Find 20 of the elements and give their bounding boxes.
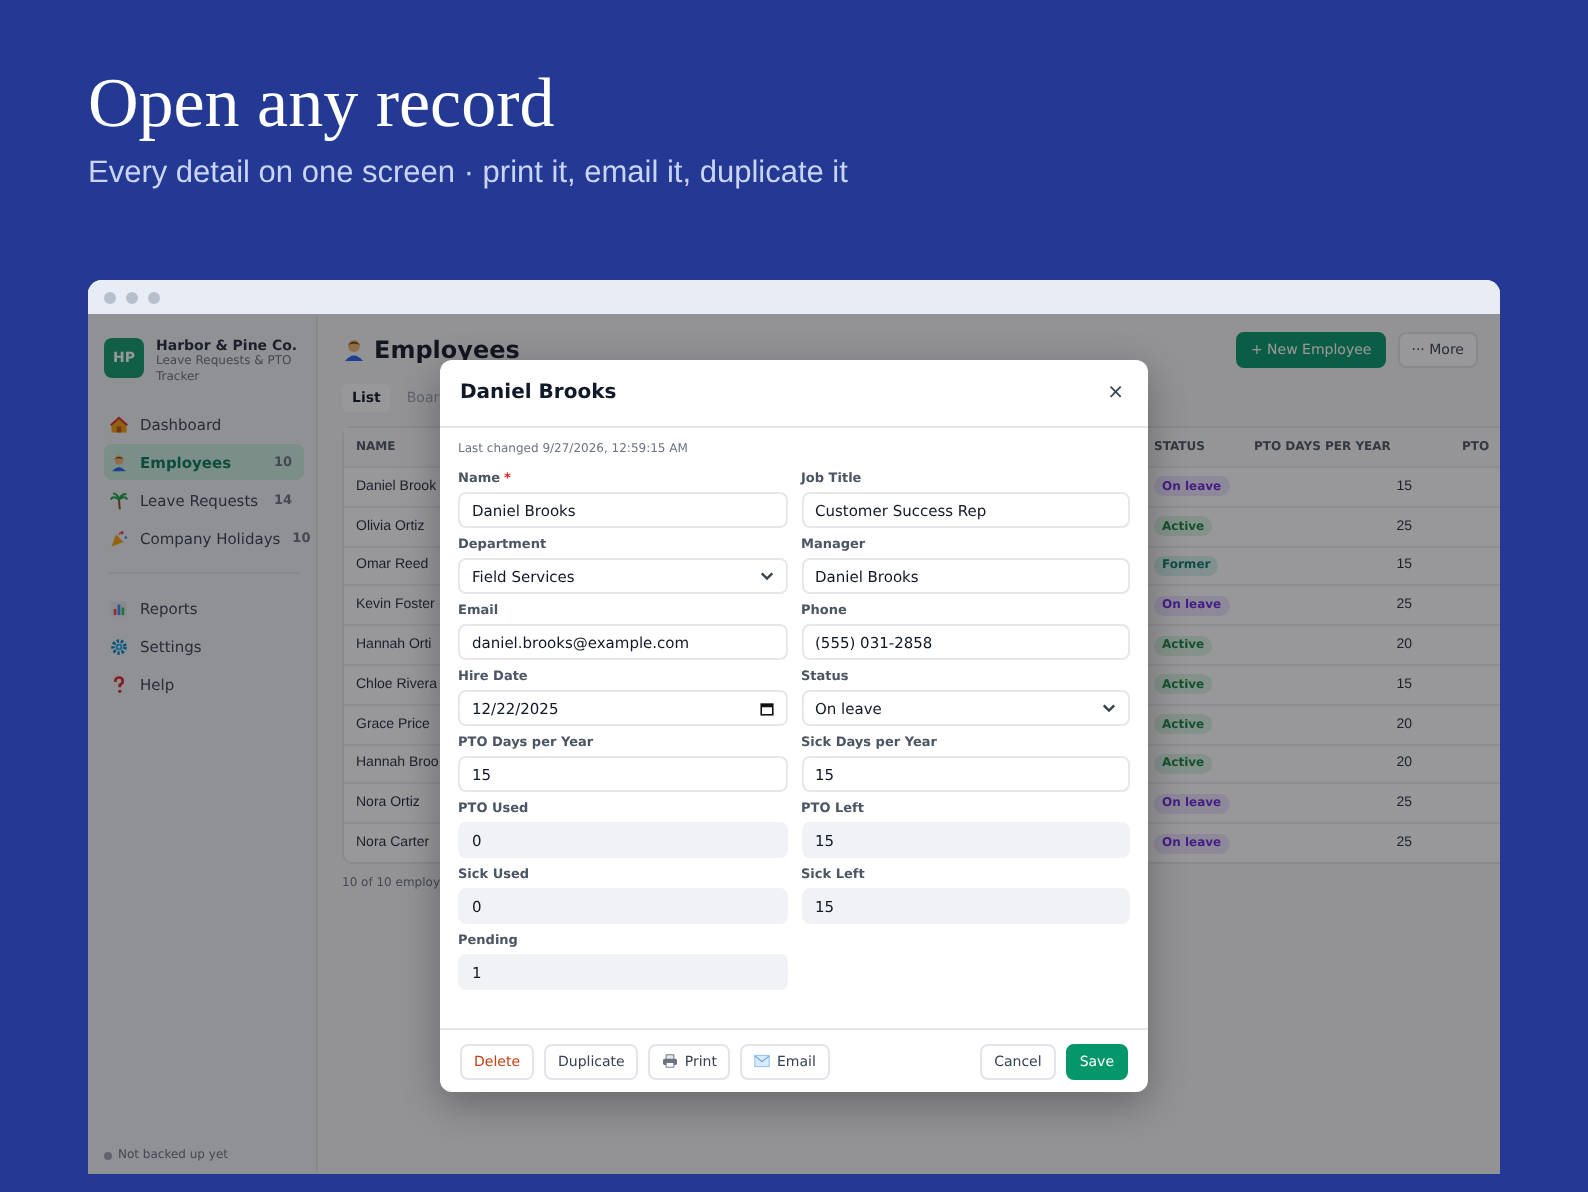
settings-icon (110, 637, 128, 655)
chevron-down-icon (1102, 702, 1116, 714)
house-icon (110, 415, 128, 433)
palm-tree-icon (110, 491, 128, 509)
party-popper-icon (110, 529, 128, 547)
help-icon (110, 675, 128, 693)
calendar-icon (759, 701, 773, 715)
bar-chart-icon (110, 599, 128, 617)
headline: Open any record (88, 64, 557, 144)
person-icon (342, 337, 366, 361)
close-button[interactable]: × (1103, 382, 1128, 404)
status-dot-icon (104, 1151, 112, 1159)
printer-icon (662, 1054, 679, 1068)
person-icon (110, 453, 128, 471)
envelope-icon (754, 1054, 771, 1068)
chevron-down-icon (759, 570, 773, 582)
page-title: Employees (374, 335, 520, 363)
window-controls-icon (104, 291, 160, 303)
dialog-title: Daniel Brooks (460, 382, 617, 404)
subheadline: Every detail on one screen · print it, email it, duplicate it (88, 156, 850, 192)
